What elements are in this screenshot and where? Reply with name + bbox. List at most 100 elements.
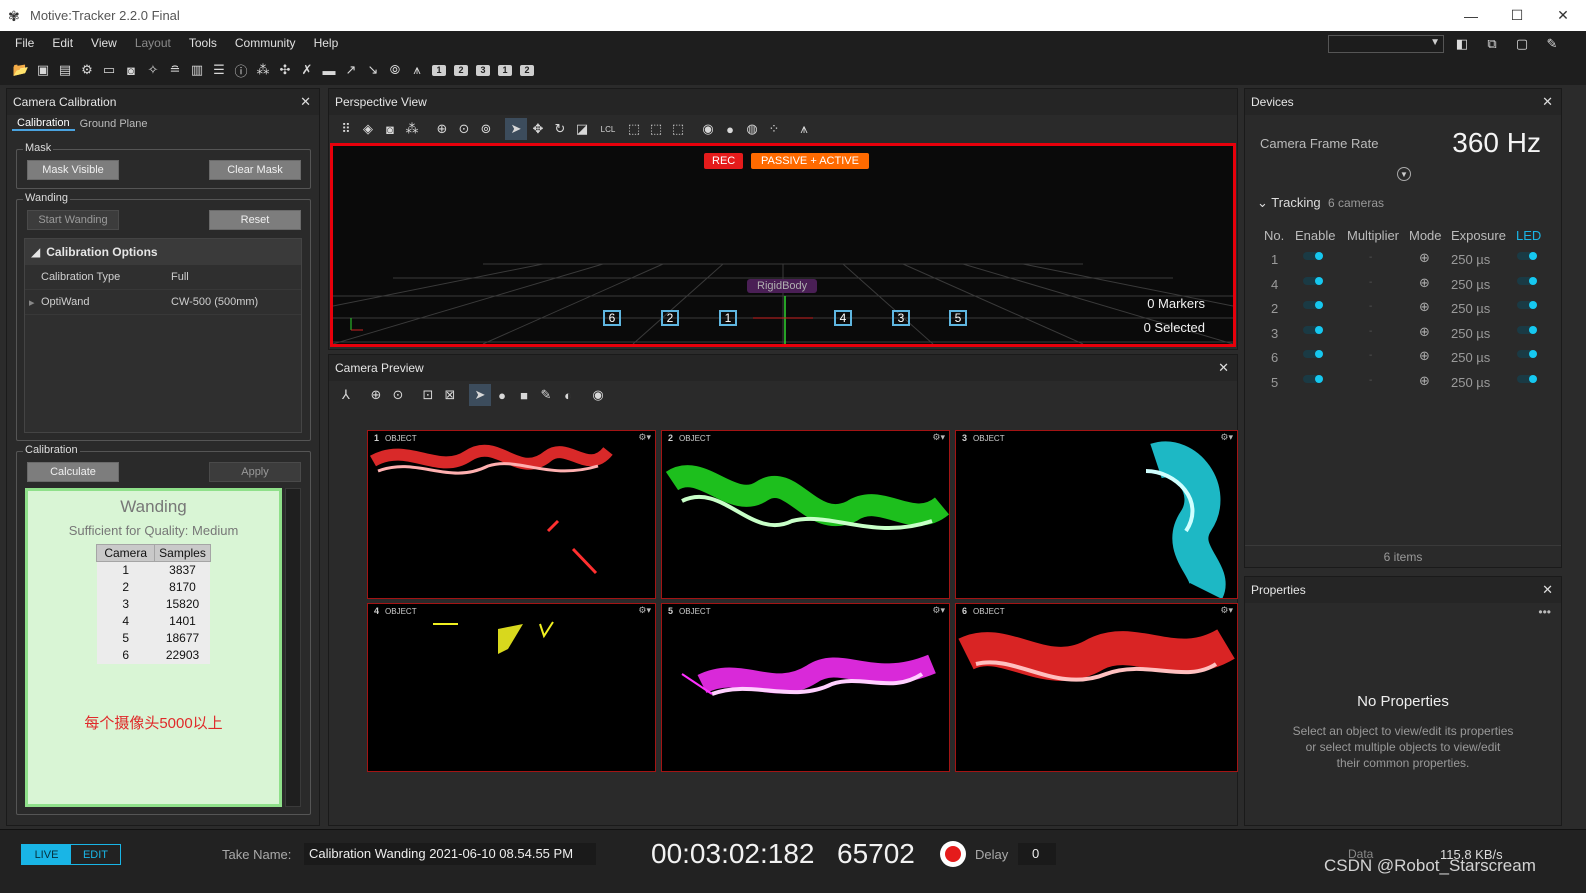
- crosshair-icon[interactable]: ⊕: [1419, 275, 1430, 291]
- skeleton-icon[interactable]: ⩚: [793, 118, 815, 140]
- exposure-value[interactable]: 250 µs: [1451, 375, 1490, 390]
- option-row-calibration-type[interactable]: Calibration Type Full: [25, 265, 301, 290]
- rigidbody-label[interactable]: RigidBody: [747, 279, 817, 293]
- zoom-fit-icon[interactable]: ⊙: [387, 384, 409, 406]
- camera-marker[interactable]: 1: [719, 310, 737, 326]
- close-icon[interactable]: ✕: [1542, 94, 1553, 110]
- more-options-icon[interactable]: •••: [1538, 605, 1551, 619]
- axis-icon[interactable]: ⅄: [335, 384, 357, 406]
- layout-5-button[interactable]: 2: [520, 65, 534, 76]
- exposure-value[interactable]: 250 µs: [1451, 326, 1490, 341]
- expand-triangle-icon[interactable]: ▸: [29, 296, 35, 309]
- marker-select-icon[interactable]: ◍: [741, 118, 763, 140]
- tab-ground-plane[interactable]: Ground Plane: [75, 118, 153, 130]
- layout-1-button[interactable]: 1: [432, 65, 446, 76]
- table-row[interactable]: 1 - ⊕ 250 µs: [1245, 248, 1563, 272]
- results-scrollbar[interactable]: [285, 488, 301, 807]
- option-row-optiwand[interactable]: ▸OptiWand CW-500 (500mm): [25, 290, 301, 315]
- calibration-options-header[interactable]: ◢ Calibration Options: [25, 239, 301, 265]
- menu-tools[interactable]: Tools: [180, 36, 226, 50]
- move-icon[interactable]: ✥: [527, 118, 549, 140]
- menu-view[interactable]: View: [82, 36, 126, 50]
- table-row[interactable]: 5 - ⊕ 250 µs: [1245, 371, 1563, 395]
- led-toggle[interactable]: [1517, 326, 1537, 334]
- chevron-down-icon[interactable]: ▼: [1397, 167, 1411, 181]
- panel-icon[interactable]: ▭: [98, 59, 120, 81]
- network-icon[interactable]: ⁂: [401, 118, 423, 140]
- crosshair-icon[interactable]: ⊕: [1419, 250, 1430, 266]
- table-row[interactable]: 2 - ⊕ 250 µs: [1245, 297, 1563, 321]
- layout-3-button[interactable]: 3: [476, 65, 490, 76]
- led-toggle[interactable]: [1517, 277, 1537, 285]
- zoom-in-icon[interactable]: ⊕: [431, 118, 453, 140]
- tab-calibration[interactable]: Calibration: [12, 117, 75, 131]
- screenshot-icon[interactable]: ⊡: [417, 384, 439, 406]
- camera-marker[interactable]: 6: [603, 310, 621, 326]
- archive-icon[interactable]: ▥: [186, 59, 208, 81]
- wand-icon[interactable]: ✧: [142, 59, 164, 81]
- layout-dropdown[interactable]: ▼: [1328, 35, 1444, 53]
- enable-toggle[interactable]: [1303, 350, 1323, 358]
- close-icon[interactable]: ✕: [1542, 582, 1553, 598]
- square-mask-icon[interactable]: ■: [513, 384, 535, 406]
- toggle-icon[interactable]: ◐: [557, 384, 579, 406]
- close-button[interactable]: ✕: [1540, 0, 1586, 31]
- database-icon[interactable]: ≘: [164, 59, 186, 81]
- layout-export-icon[interactable]: ⧉: [1480, 34, 1504, 54]
- camera-icon[interactable]: ◙: [379, 118, 401, 140]
- enable-toggle[interactable]: [1303, 252, 1323, 260]
- grid-icon[interactable]: ⠿: [335, 118, 357, 140]
- delay-field[interactable]: 0: [1018, 843, 1056, 865]
- minimize-button[interactable]: —: [1448, 0, 1494, 31]
- led-toggle[interactable]: [1517, 375, 1537, 383]
- camera-view[interactable]: 5OBJECT ⚙▾: [661, 603, 950, 772]
- reset-button[interactable]: Reset: [209, 210, 301, 230]
- led-toggle[interactable]: [1517, 350, 1537, 358]
- cube-icon[interactable]: ◈: [357, 118, 379, 140]
- rotate-icon[interactable]: ↻: [549, 118, 571, 140]
- tracking-group-header[interactable]: ⌄ Tracking: [1257, 195, 1321, 211]
- camera-view[interactable]: 1OBJECT ⚙▾: [367, 430, 656, 599]
- layout-split-icon[interactable]: ◧: [1450, 34, 1474, 54]
- enable-toggle[interactable]: [1303, 277, 1323, 285]
- settings-icon[interactable]: ⚙: [76, 59, 98, 81]
- mask-visible-button[interactable]: Mask Visible: [27, 160, 119, 180]
- enable-toggle[interactable]: [1303, 375, 1323, 383]
- graph-icon[interactable]: ↗: [340, 59, 362, 81]
- exposure-value[interactable]: 250 µs: [1451, 277, 1490, 292]
- clear-mask-button[interactable]: Clear Mask: [209, 160, 301, 180]
- menu-layout[interactable]: Layout: [126, 36, 180, 50]
- select-box-icon[interactable]: ⬚: [623, 118, 645, 140]
- marker-add-icon[interactable]: ●: [719, 118, 741, 140]
- camera-marker[interactable]: 2: [661, 310, 679, 326]
- exposure-value[interactable]: 250 µs: [1451, 350, 1490, 365]
- led-toggle[interactable]: [1517, 301, 1537, 309]
- graph2-icon[interactable]: ↘: [362, 59, 384, 81]
- clear-icon[interactable]: ⊠: [439, 384, 461, 406]
- zoom-all-icon[interactable]: ⊚: [475, 118, 497, 140]
- live-mode-button[interactable]: LIVE: [22, 845, 71, 864]
- scale-icon[interactable]: ◪: [571, 118, 593, 140]
- take-name-field[interactable]: Calibration Wanding 2021-06-10 08.54.55 …: [304, 843, 596, 865]
- select-marker-icon[interactable]: ⬚: [667, 118, 689, 140]
- led-toggle[interactable]: [1517, 252, 1537, 260]
- layout-window-icon[interactable]: ▢: [1510, 34, 1534, 54]
- tracking-mode-badge[interactable]: PASSIVE + ACTIVE: [751, 153, 869, 169]
- layout-4-button[interactable]: 1: [498, 65, 512, 76]
- brush-icon[interactable]: ✎: [535, 384, 557, 406]
- probe-icon[interactable]: ⩚: [406, 59, 428, 81]
- layout-edit-icon[interactable]: ✎: [1540, 34, 1564, 54]
- crosshair-icon[interactable]: ⊕: [1419, 373, 1430, 389]
- rigidbody-icon[interactable]: ▬: [318, 59, 340, 81]
- save-icon[interactable]: ▣: [32, 59, 54, 81]
- camera-view[interactable]: 3OBJECT ⚙▾: [955, 430, 1238, 599]
- close-icon[interactable]: ✕: [1218, 360, 1229, 376]
- edit-mode-button[interactable]: EDIT: [71, 845, 120, 864]
- camera-icon[interactable]: ◙: [120, 59, 142, 81]
- lcl-button[interactable]: LCL: [593, 118, 623, 140]
- crosshair-icon[interactable]: ⊕: [1419, 299, 1430, 315]
- marker-group-icon[interactable]: ⁘: [763, 118, 785, 140]
- frame-rate-value[interactable]: 360 Hz: [1452, 127, 1541, 159]
- save-all-icon[interactable]: ▤: [54, 59, 76, 81]
- eye-icon[interactable]: ◉: [587, 384, 609, 406]
